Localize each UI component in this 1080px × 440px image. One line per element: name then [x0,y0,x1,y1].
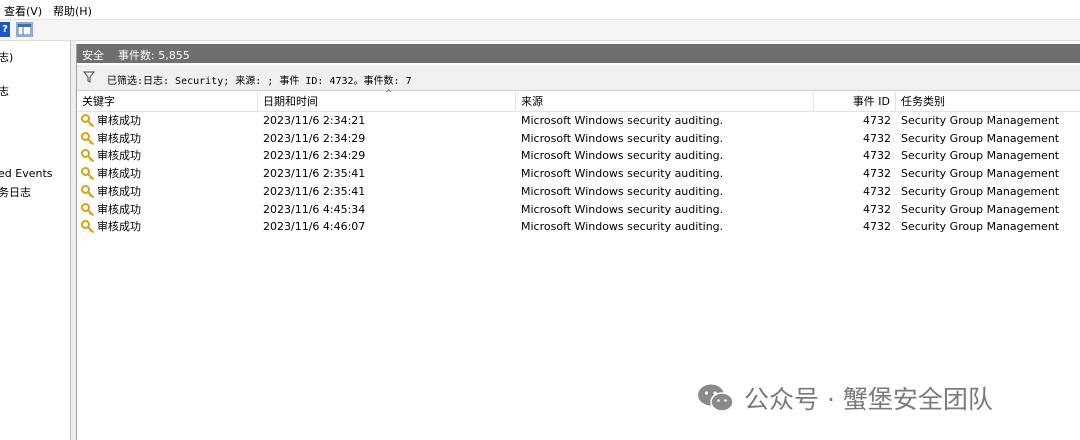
table-row[interactable]: 审核成功 2023/11/6 2:34:21 Microsoft Windows s… [77,112,1080,130]
audit-success-key-icon [81,131,95,145]
cell-keyword: 审核成功 [97,149,141,163]
panel-header: 安全 事件数: 5,855 [77,44,1080,63]
view-panel-icon[interactable] [16,22,33,37]
column-headers: 关键字 日期和时间 ^ 来源 事件 ID 任务类别 [77,89,1080,112]
cell-task-category: Security Group Management [901,131,1060,145]
watermark-text: 公众号 · 蟹堡安全团队 [744,385,993,414]
table-row[interactable]: 审核成功 2023/11/6 2:35:41 Microsoft Windows s… [77,183,1080,201]
cell-keyword: 审核成功 [97,202,141,216]
audit-success-key-icon [81,167,95,181]
cell-source: Microsoft Windows security auditing. [521,184,724,198]
column-header-task-category[interactable]: 任务类别 [896,92,1080,111]
cell-task-category: Security Group Management [901,220,1060,234]
cell-source: Microsoft Windows security auditing. [521,114,724,127]
audit-success-key-icon [81,202,95,216]
cell-keyword: 审核成功 [97,114,141,127]
cell-task-category: Security Group Management [901,184,1060,198]
table-row[interactable]: 审核成功 2023/11/6 4:46:07 Microsoft Windows s… [77,218,1080,236]
menu-view[interactable]: 查看(V) [4,3,42,19]
cell-event-id: 4732 [863,220,891,234]
audit-success-key-icon [81,114,95,128]
menu-help[interactable]: 帮助(H) [53,3,92,19]
event-count: 事件数: 5,855 [118,49,190,62]
table-row[interactable]: 审核成功 2023/11/6 2:34:29 Microsoft Windows s… [77,130,1080,148]
cell-source: Microsoft Windows security auditing. [521,167,724,181]
menu-bar: 查看(V) 帮助(H) [0,0,1080,20]
navigation-tree: 志) 志 ed Events 务日志 [0,41,71,440]
sort-ascending-icon: ^ [385,89,393,99]
table-row[interactable]: 审核成功 2023/11/6 2:34:29 Microsoft Windows s… [77,147,1080,165]
cell-keyword: 审核成功 [97,167,141,181]
cell-event-id: 4732 [863,131,891,145]
tree-item-service-logs[interactable]: 务日志 [0,184,31,200]
cell-task-category: Security Group Management [901,114,1060,127]
filter-icon [83,71,95,83]
filter-bar: 已筛选:日志: Security; 来源: ; 事件 ID: 4732。事件数:… [77,65,1080,91]
cell-event-id: 4732 [863,202,891,216]
cell-datetime: 2023/11/6 2:35:41 [263,167,366,181]
cell-datetime: 2023/11/6 2:34:29 [263,131,366,145]
cell-task-category: Security Group Management [901,167,1060,181]
cell-datetime: 2023/11/6 2:35:41 [263,184,366,198]
cell-keyword: 审核成功 [97,220,141,234]
audit-success-key-icon [81,220,95,234]
cell-datetime: 2023/11/6 4:45:34 [263,202,366,216]
cell-event-id: 4732 [863,149,891,163]
cell-datetime: 2023/11/6 4:46:07 [263,220,366,234]
table-row[interactable]: 审核成功 2023/11/6 2:35:41 Microsoft Windows s… [77,165,1080,183]
column-header-keyword[interactable]: 关键字 [77,92,258,111]
cell-datetime: 2023/11/6 2:34:21 [263,114,366,127]
cell-task-category: Security Group Management [901,202,1060,216]
cell-datetime: 2023/11/6 2:34:29 [263,149,366,163]
audit-success-key-icon [81,149,95,163]
cell-keyword: 审核成功 [97,131,141,145]
tree-item[interactable]: 志) [0,49,13,65]
cell-source: Microsoft Windows security auditing. [521,202,724,216]
filter-description: 已筛选:日志: Security; 来源: ; 事件 ID: 4732。事件数:… [107,76,412,87]
column-header-source[interactable]: 来源 [516,92,814,111]
wechat-logo-icon [698,384,734,412]
cell-task-category: Security Group Management [901,149,1060,163]
cell-event-id: 4732 [863,114,891,127]
cell-source: Microsoft Windows security auditing. [521,220,724,234]
help-icon[interactable]: ? [0,22,10,37]
cell-event-id: 4732 [863,184,891,198]
toolbar: ? [0,20,1080,41]
cell-keyword: 审核成功 [97,184,141,198]
cell-event-id: 4732 [863,167,891,181]
audit-success-key-icon [81,184,95,199]
cell-source: Microsoft Windows security auditing. [521,149,724,163]
cell-source: Microsoft Windows security auditing. [521,131,724,145]
column-header-event-id[interactable]: 事件 ID [814,92,896,111]
log-title: 安全 [82,49,104,62]
tree-item[interactable]: 志 [0,83,9,99]
table-row[interactable]: 审核成功 2023/11/6 4:45:34 Microsoft Windows s… [77,201,1080,219]
tree-item-applications-and-services[interactable]: ed Events [0,167,53,180]
